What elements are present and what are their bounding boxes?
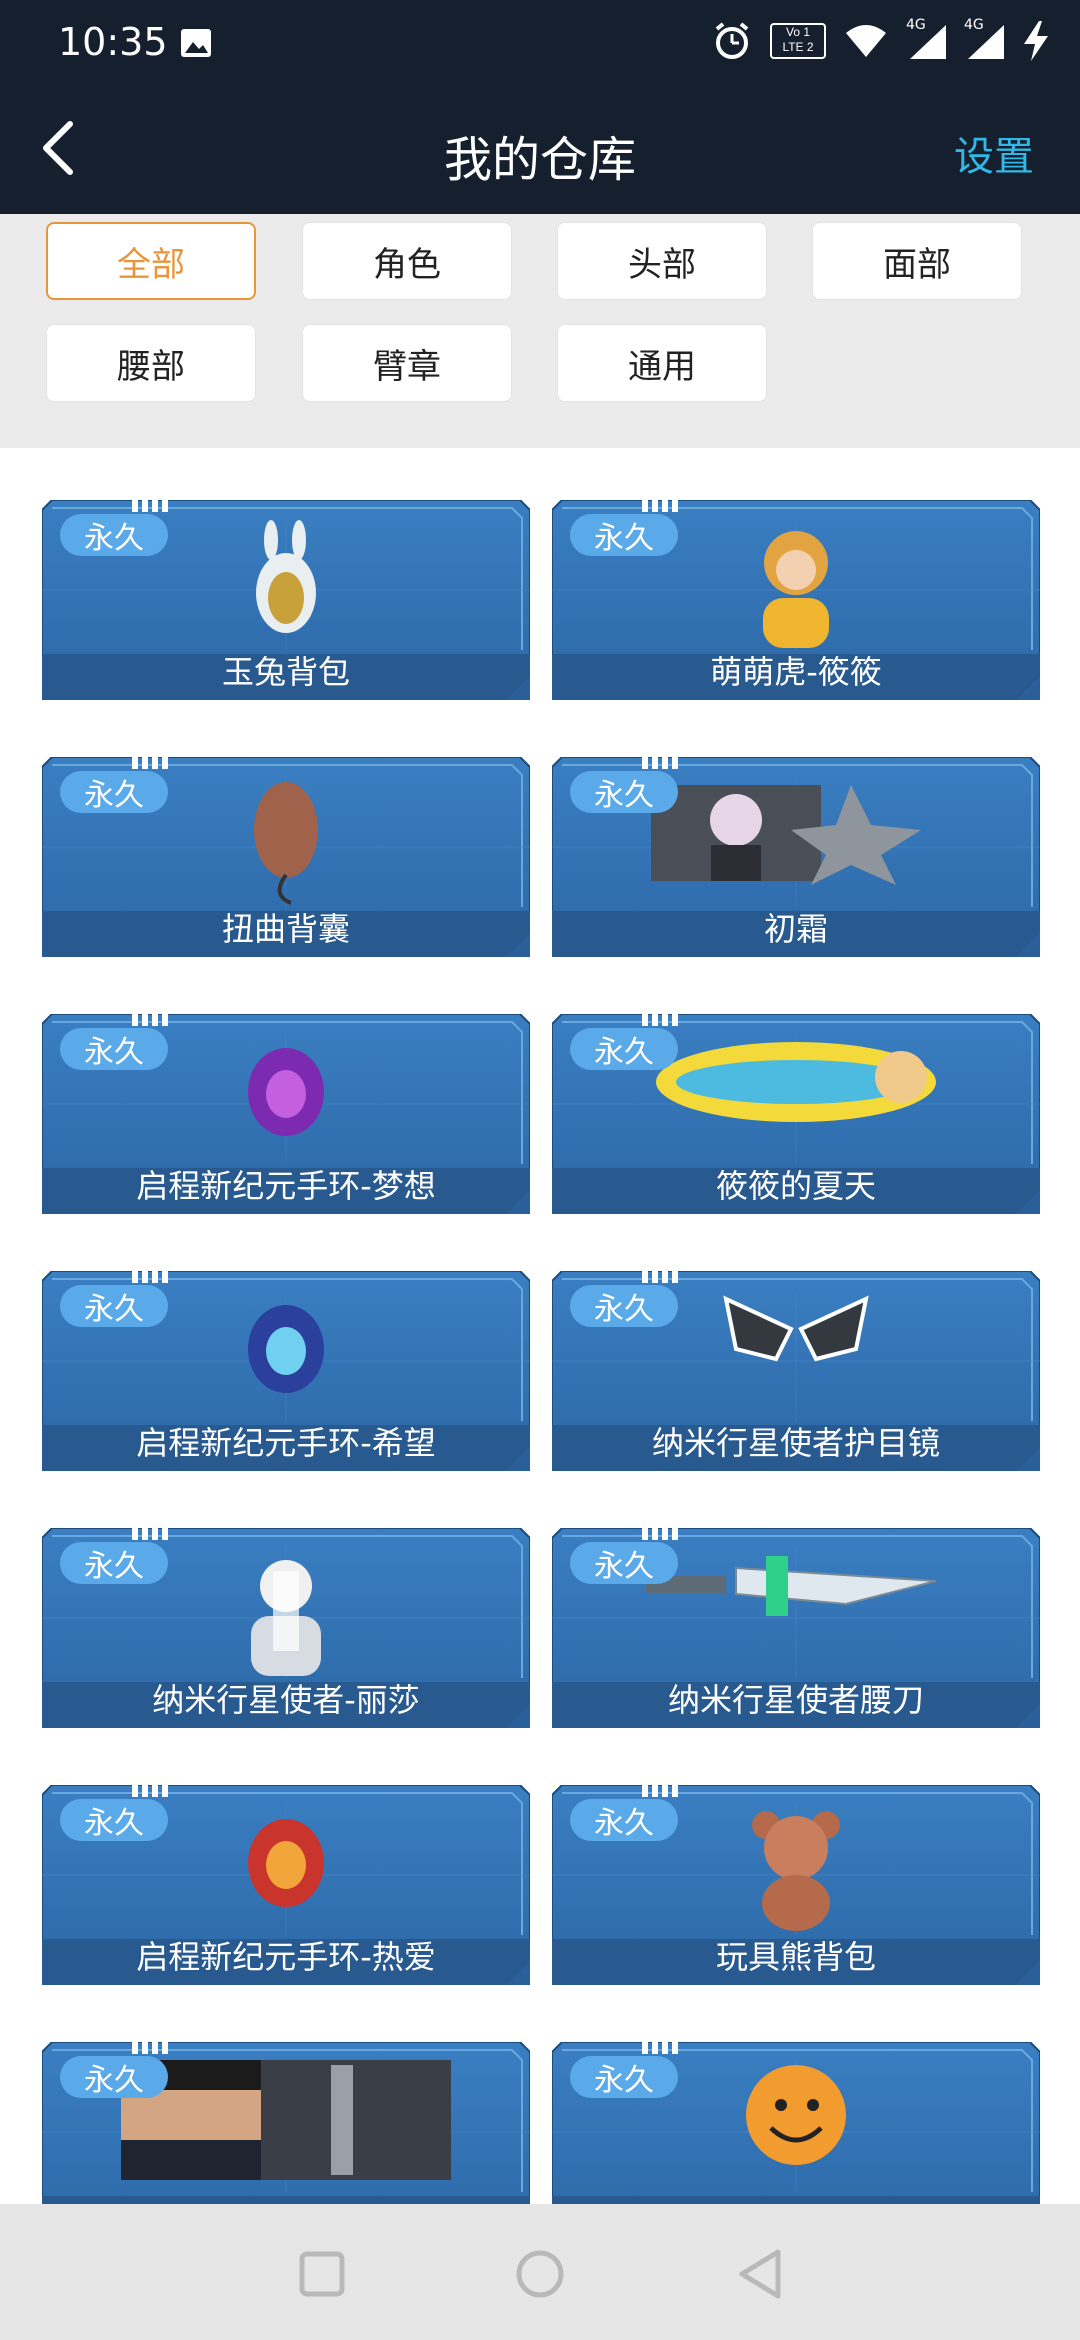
white-hair-character-icon bbox=[221, 1546, 351, 1680]
item-card[interactable]: 永久纳米行星使者护目镜 bbox=[552, 1271, 1040, 1471]
signal-4g-2-label: 4G bbox=[964, 17, 984, 33]
item-card[interactable]: 永久玩具熊背包 bbox=[552, 1785, 1040, 1985]
item-card[interactable]: 永久纳米行星使者腰刀 bbox=[552, 1528, 1040, 1728]
bracelet-purple-icon bbox=[236, 1032, 336, 1156]
signal-4g-2: 4G bbox=[964, 17, 1004, 61]
signal-4g-1-label: 4G bbox=[906, 17, 926, 33]
settings-button[interactable]: 设置 bbox=[954, 124, 1034, 182]
page-title: 我的仓库 bbox=[443, 132, 636, 188]
permanent-badge: 永久 bbox=[570, 2056, 678, 2098]
item-card[interactable]: 永久玉兔背包 bbox=[42, 500, 530, 700]
recents-square-icon[interactable] bbox=[292, 2244, 352, 2304]
permanent-badge: 永久 bbox=[570, 1542, 678, 1584]
permanent-badge: 永久 bbox=[570, 771, 678, 813]
signal-4g-1: 4G bbox=[906, 17, 946, 61]
status-bar: 10:35 Vo 1 LTE 2 4G 4G bbox=[0, 0, 1080, 82]
home-circle-icon[interactable] bbox=[510, 2244, 570, 2304]
permanent-badge: 永久 bbox=[60, 1542, 168, 1584]
item-card[interactable]: 永久筱筱的夏天 bbox=[552, 1014, 1040, 1214]
back-triangle-icon[interactable] bbox=[730, 2244, 790, 2304]
item-card[interactable]: 永久萌萌虎-筱筱 bbox=[552, 500, 1040, 700]
lte-label: LTE 2 bbox=[782, 40, 814, 54]
permanent-badge: 永久 bbox=[60, 771, 168, 813]
system-nav-bar bbox=[0, 2204, 1080, 2340]
teddy-bear-icon bbox=[741, 1803, 851, 1937]
charging-icon bbox=[1024, 21, 1048, 61]
item-name bbox=[552, 2192, 1040, 2204]
permanent-badge: 永久 bbox=[60, 1285, 168, 1327]
item-card[interactable]: 永久 bbox=[42, 2042, 530, 2204]
item-name: 纳米行星使者护目镜 bbox=[651, 1424, 940, 1462]
image-notification-icon bbox=[181, 29, 211, 57]
volte-lte-badge: Vo 1 LTE 2 bbox=[770, 23, 826, 59]
item-name: 纳米行星使者-丽莎 bbox=[152, 1681, 420, 1719]
item-card[interactable]: 永久启程新纪元手环-梦想 bbox=[42, 1014, 530, 1214]
filter-chip-face[interactable]: 面部 bbox=[812, 222, 1022, 300]
app-header: 我的仓库 设置 bbox=[0, 82, 1080, 214]
item-card[interactable]: 永久扭曲背囊 bbox=[42, 757, 530, 957]
bracelet-red-icon bbox=[236, 1803, 336, 1927]
knife-icon bbox=[646, 1546, 946, 1630]
item-card[interactable]: 永久纳米行星使者-丽莎 bbox=[42, 1528, 530, 1728]
filter-chip-character[interactable]: 角色 bbox=[302, 222, 512, 300]
permanent-badge: 永久 bbox=[570, 514, 678, 556]
alarm-icon bbox=[715, 22, 749, 59]
character-portrait-icon bbox=[651, 775, 941, 889]
filter-chip-waist[interactable]: 腰部 bbox=[46, 324, 256, 402]
item-card[interactable]: 永久启程新纪元手环-热爱 bbox=[42, 1785, 530, 1985]
item-name: 纳米行星使者腰刀 bbox=[667, 1681, 924, 1719]
item-name: 启程新纪元手环-希望 bbox=[136, 1424, 436, 1462]
item-name: 萌萌虎-筱筱 bbox=[710, 653, 882, 691]
permanent-badge: 永久 bbox=[570, 1028, 678, 1070]
wifi-icon bbox=[846, 25, 886, 57]
item-card[interactable]: 永久 bbox=[552, 2042, 1040, 2204]
filter-bar: 全部 角色 头部 面部 腰部 臂章 通用 bbox=[0, 214, 1080, 448]
tiger-character-icon bbox=[741, 518, 851, 652]
filter-chip-general[interactable]: 通用 bbox=[557, 324, 767, 402]
item-name: 启程新纪元手环-热爱 bbox=[136, 1938, 436, 1976]
smiley-face-icon bbox=[741, 2060, 851, 2174]
item-name: 启程新纪元手环-梦想 bbox=[136, 1167, 436, 1205]
inventory-grid: 永久 玉兔背包 永久 萌萌虎-筱筱 永久 扭曲背囊 永久 初霜 永久 启程新纪元… bbox=[0, 448, 1080, 2204]
surfboard-icon bbox=[651, 1032, 941, 1136]
item-name: 初霜 bbox=[763, 910, 828, 948]
item-name bbox=[42, 2192, 530, 2204]
item-card[interactable]: 永久初霜 bbox=[552, 757, 1040, 957]
item-name: 扭曲背囊 bbox=[221, 910, 350, 948]
item-name: 玉兔背包 bbox=[221, 653, 350, 691]
rabbit-backpack-icon bbox=[241, 518, 331, 642]
volte-label: Vo 1 bbox=[785, 25, 811, 39]
item-name: 筱筱的夏天 bbox=[715, 1167, 876, 1205]
permanent-badge: 永久 bbox=[60, 2056, 168, 2098]
permanent-badge: 永久 bbox=[570, 1799, 678, 1841]
filter-chip-armband[interactable]: 臂章 bbox=[302, 324, 512, 402]
filter-chip-head[interactable]: 头部 bbox=[557, 222, 767, 300]
item-name: 玩具熊背包 bbox=[715, 1938, 876, 1976]
permanent-badge: 永久 bbox=[60, 1028, 168, 1070]
status-time: 10:35 bbox=[58, 20, 168, 64]
item-card[interactable]: 永久启程新纪元手环-希望 bbox=[42, 1271, 530, 1471]
male-character-portrait-icon bbox=[121, 2060, 451, 2184]
bracelet-blue-icon bbox=[236, 1289, 336, 1413]
filter-chip-all[interactable]: 全部 bbox=[46, 222, 256, 300]
permanent-badge: 永久 bbox=[570, 1285, 678, 1327]
permanent-badge: 永久 bbox=[60, 1799, 168, 1841]
twisted-pouch-icon bbox=[241, 775, 331, 909]
permanent-badge: 永久 bbox=[60, 514, 168, 556]
goggles-icon bbox=[716, 1289, 876, 1373]
